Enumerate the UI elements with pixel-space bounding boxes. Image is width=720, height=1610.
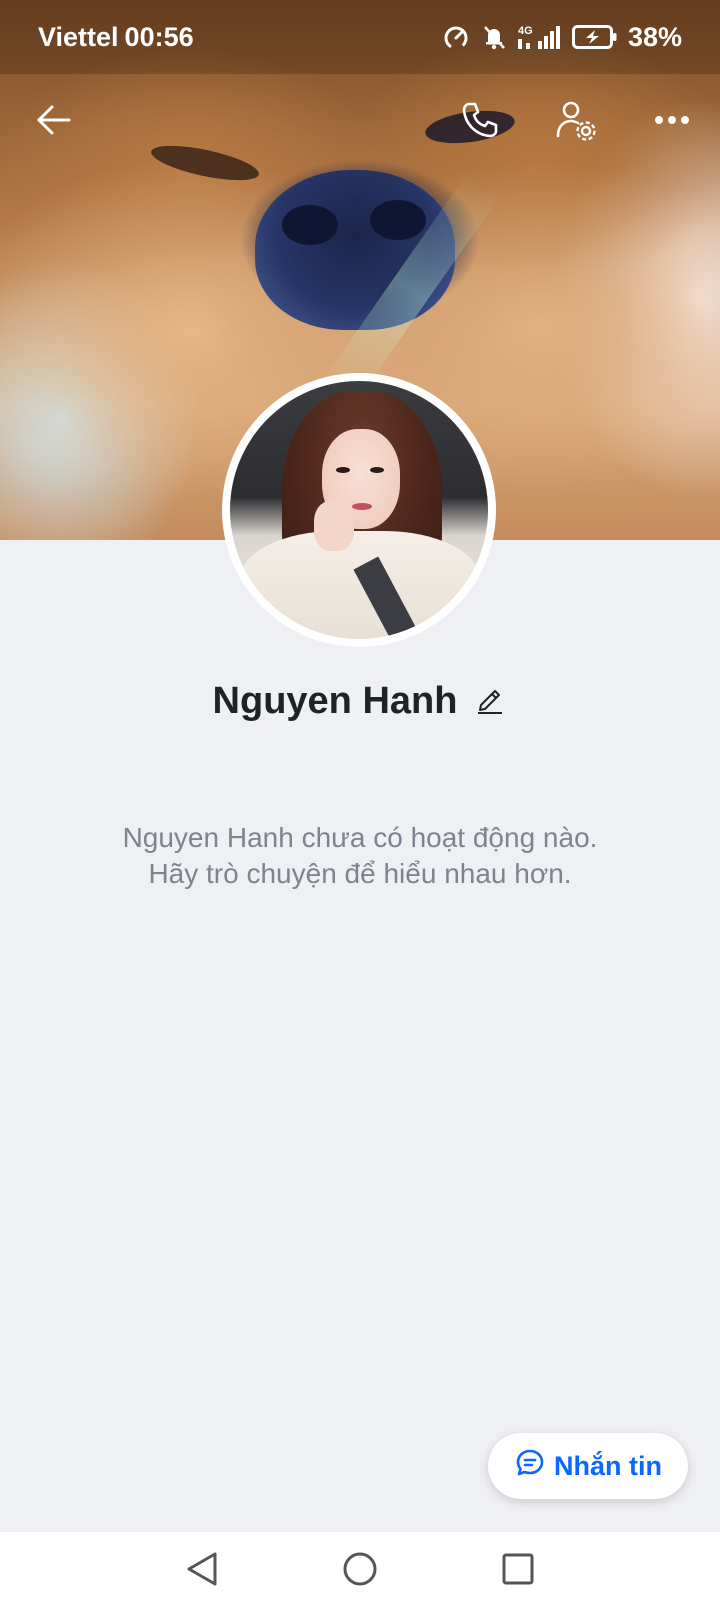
empty-activity-message: Nguyen Hanh chưa có hoạt động nào. Hãy t… <box>60 820 660 892</box>
cover-detail <box>370 200 426 240</box>
system-navigation-bar <box>0 1532 720 1610</box>
back-button[interactable] <box>26 94 82 150</box>
square-recents-icon <box>501 1552 535 1591</box>
more-options-button[interactable] <box>644 94 700 150</box>
clock: 00:56 <box>124 21 194 52</box>
phone-icon <box>460 100 500 145</box>
more-dots-icon <box>654 113 690 131</box>
empty-message-line-2: Hãy trò chuyện để hiểu nhau hơn. <box>148 858 572 889</box>
avatar-detail <box>370 467 384 473</box>
avatar-detail <box>352 503 372 510</box>
chat-bubble-icon <box>514 1447 546 1486</box>
battery-percent: 38% <box>627 21 682 52</box>
triangle-back-icon <box>185 1551 219 1592</box>
pencil-icon <box>475 684 505 719</box>
nav-recents-button[interactable] <box>494 1547 542 1595</box>
data-saver-icon <box>442 23 470 51</box>
edit-name-button[interactable] <box>473 684 507 718</box>
network-type: 4G <box>518 25 533 37</box>
avatar-detail <box>314 501 354 551</box>
user-settings-icon <box>554 98 598 147</box>
call-button[interactable] <box>452 94 508 150</box>
avatar-image <box>230 381 488 639</box>
avatar-detail <box>240 531 480 639</box>
send-message-button[interactable]: Nhắn tin <box>488 1433 688 1499</box>
back-arrow-icon <box>35 101 73 144</box>
status-bar: Viettel 00:56 4G 38% <box>0 0 720 74</box>
profile-name-row: Nguyen Hanh <box>0 676 720 726</box>
carrier-name: Viettel <box>38 21 119 52</box>
profile-toolbar <box>0 84 720 160</box>
profile-settings-button[interactable] <box>548 94 604 150</box>
signal-icon: 4G <box>517 23 562 51</box>
profile-name: Nguyen Hanh <box>212 679 458 722</box>
empty-message-line-1: Nguyen Hanh chưa có hoạt động nào. <box>122 822 598 853</box>
cover-detail <box>282 205 338 245</box>
nav-back-button[interactable] <box>178 1547 226 1595</box>
avatar-detail <box>336 467 350 473</box>
send-message-label: Nhắn tin <box>554 1450 662 1481</box>
profile-avatar[interactable] <box>222 373 496 647</box>
circle-home-icon <box>342 1551 378 1592</box>
battery-icon <box>571 24 618 50</box>
mute-bell-icon <box>480 23 508 51</box>
nav-home-button[interactable] <box>336 1547 384 1595</box>
